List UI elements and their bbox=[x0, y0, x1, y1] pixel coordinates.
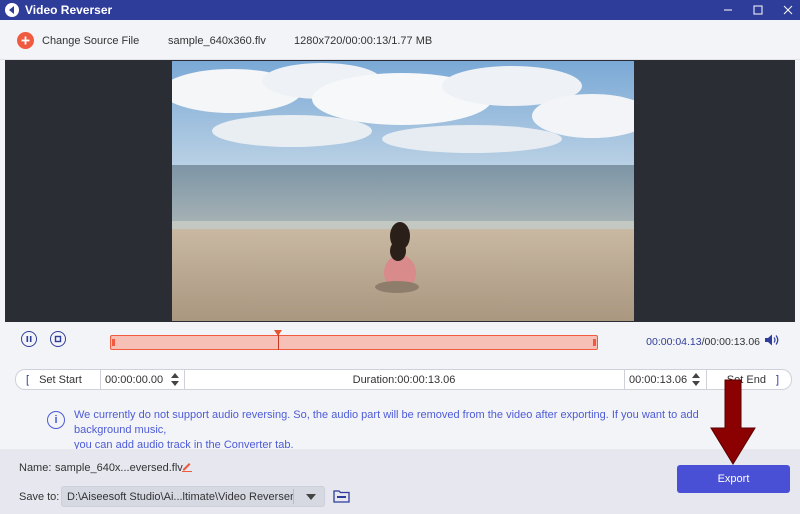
video-frame[interactable] bbox=[172, 61, 634, 321]
name-label: Name: bbox=[19, 462, 52, 474]
chevron-down-icon[interactable] bbox=[306, 494, 316, 500]
annotation-arrow-icon bbox=[705, 378, 761, 468]
timeline-slider[interactable] bbox=[110, 330, 598, 351]
source-file-info: 1280x720/00:00:13/1.77 MB bbox=[294, 35, 433, 47]
end-time-field[interactable]: 00:00:13.06 bbox=[629, 370, 687, 389]
output-name: sample_640x...eversed.flv bbox=[55, 462, 183, 474]
save-path-dropdown[interactable]: D:\Aiseesoft Studio\Ai...ltimate\Video R… bbox=[61, 486, 325, 507]
title-bar: Video Reverser bbox=[0, 0, 800, 20]
window-title: Video Reverser bbox=[25, 3, 113, 17]
save-path-value: D:\Aiseesoft Studio\Ai...ltimate\Video R… bbox=[67, 491, 294, 503]
playback-controls: 00:00:04.13/00:00:13.06 bbox=[0, 322, 800, 362]
app-logo-icon bbox=[5, 3, 19, 17]
video-preview-area bbox=[5, 60, 795, 322]
current-time: 00:00:04.13 bbox=[646, 336, 702, 348]
start-time-field[interactable]: 00:00:00.00 bbox=[105, 370, 163, 389]
pause-button[interactable] bbox=[21, 331, 37, 347]
set-end-bracket: ] bbox=[775, 373, 779, 386]
total-time: /00:00:13.06 bbox=[701, 336, 760, 348]
output-panel: Name: sample_640x...eversed.flv Save to:… bbox=[0, 449, 800, 514]
set-start-label: Set Start bbox=[39, 373, 82, 386]
minimize-icon[interactable] bbox=[722, 4, 734, 16]
volume-icon[interactable] bbox=[764, 333, 780, 347]
playhead-marker[interactable] bbox=[274, 330, 282, 336]
trim-controls: [ Set Start 00:00:00.00 Duration:00:00:1… bbox=[15, 369, 792, 390]
set-start-bracket: [ bbox=[26, 373, 30, 386]
stop-button[interactable] bbox=[50, 331, 66, 347]
end-time-stepper[interactable] bbox=[692, 372, 700, 387]
source-header: Change Source File sample_640x360.flv 12… bbox=[0, 20, 800, 60]
edit-name-icon[interactable] bbox=[181, 460, 193, 472]
audio-notice: i We currently do not support audio reve… bbox=[0, 400, 800, 451]
close-icon[interactable] bbox=[782, 4, 794, 16]
time-readout: 00:00:04.13/00:00:13.06 bbox=[646, 336, 760, 348]
change-source-button[interactable]: Change Source File bbox=[42, 35, 139, 47]
save-to-label: Save to: bbox=[19, 491, 60, 503]
trim-end-handle[interactable] bbox=[593, 339, 596, 346]
info-icon: i bbox=[47, 411, 65, 429]
trim-start-handle[interactable] bbox=[112, 339, 115, 346]
source-file-name: sample_640x360.flv bbox=[168, 35, 266, 47]
timeline-track[interactable] bbox=[110, 335, 598, 350]
maximize-icon[interactable] bbox=[752, 4, 764, 16]
add-source-icon[interactable] bbox=[17, 32, 34, 49]
duration-display: Duration:00:00:13.06 bbox=[352, 373, 456, 386]
folder-icon[interactable] bbox=[333, 489, 350, 503]
set-start-button[interactable]: [ Set Start bbox=[26, 370, 82, 389]
export-button[interactable]: Export bbox=[677, 465, 790, 493]
start-time-stepper[interactable] bbox=[171, 372, 179, 387]
notice-text: We currently do not support audio revers… bbox=[74, 409, 699, 451]
